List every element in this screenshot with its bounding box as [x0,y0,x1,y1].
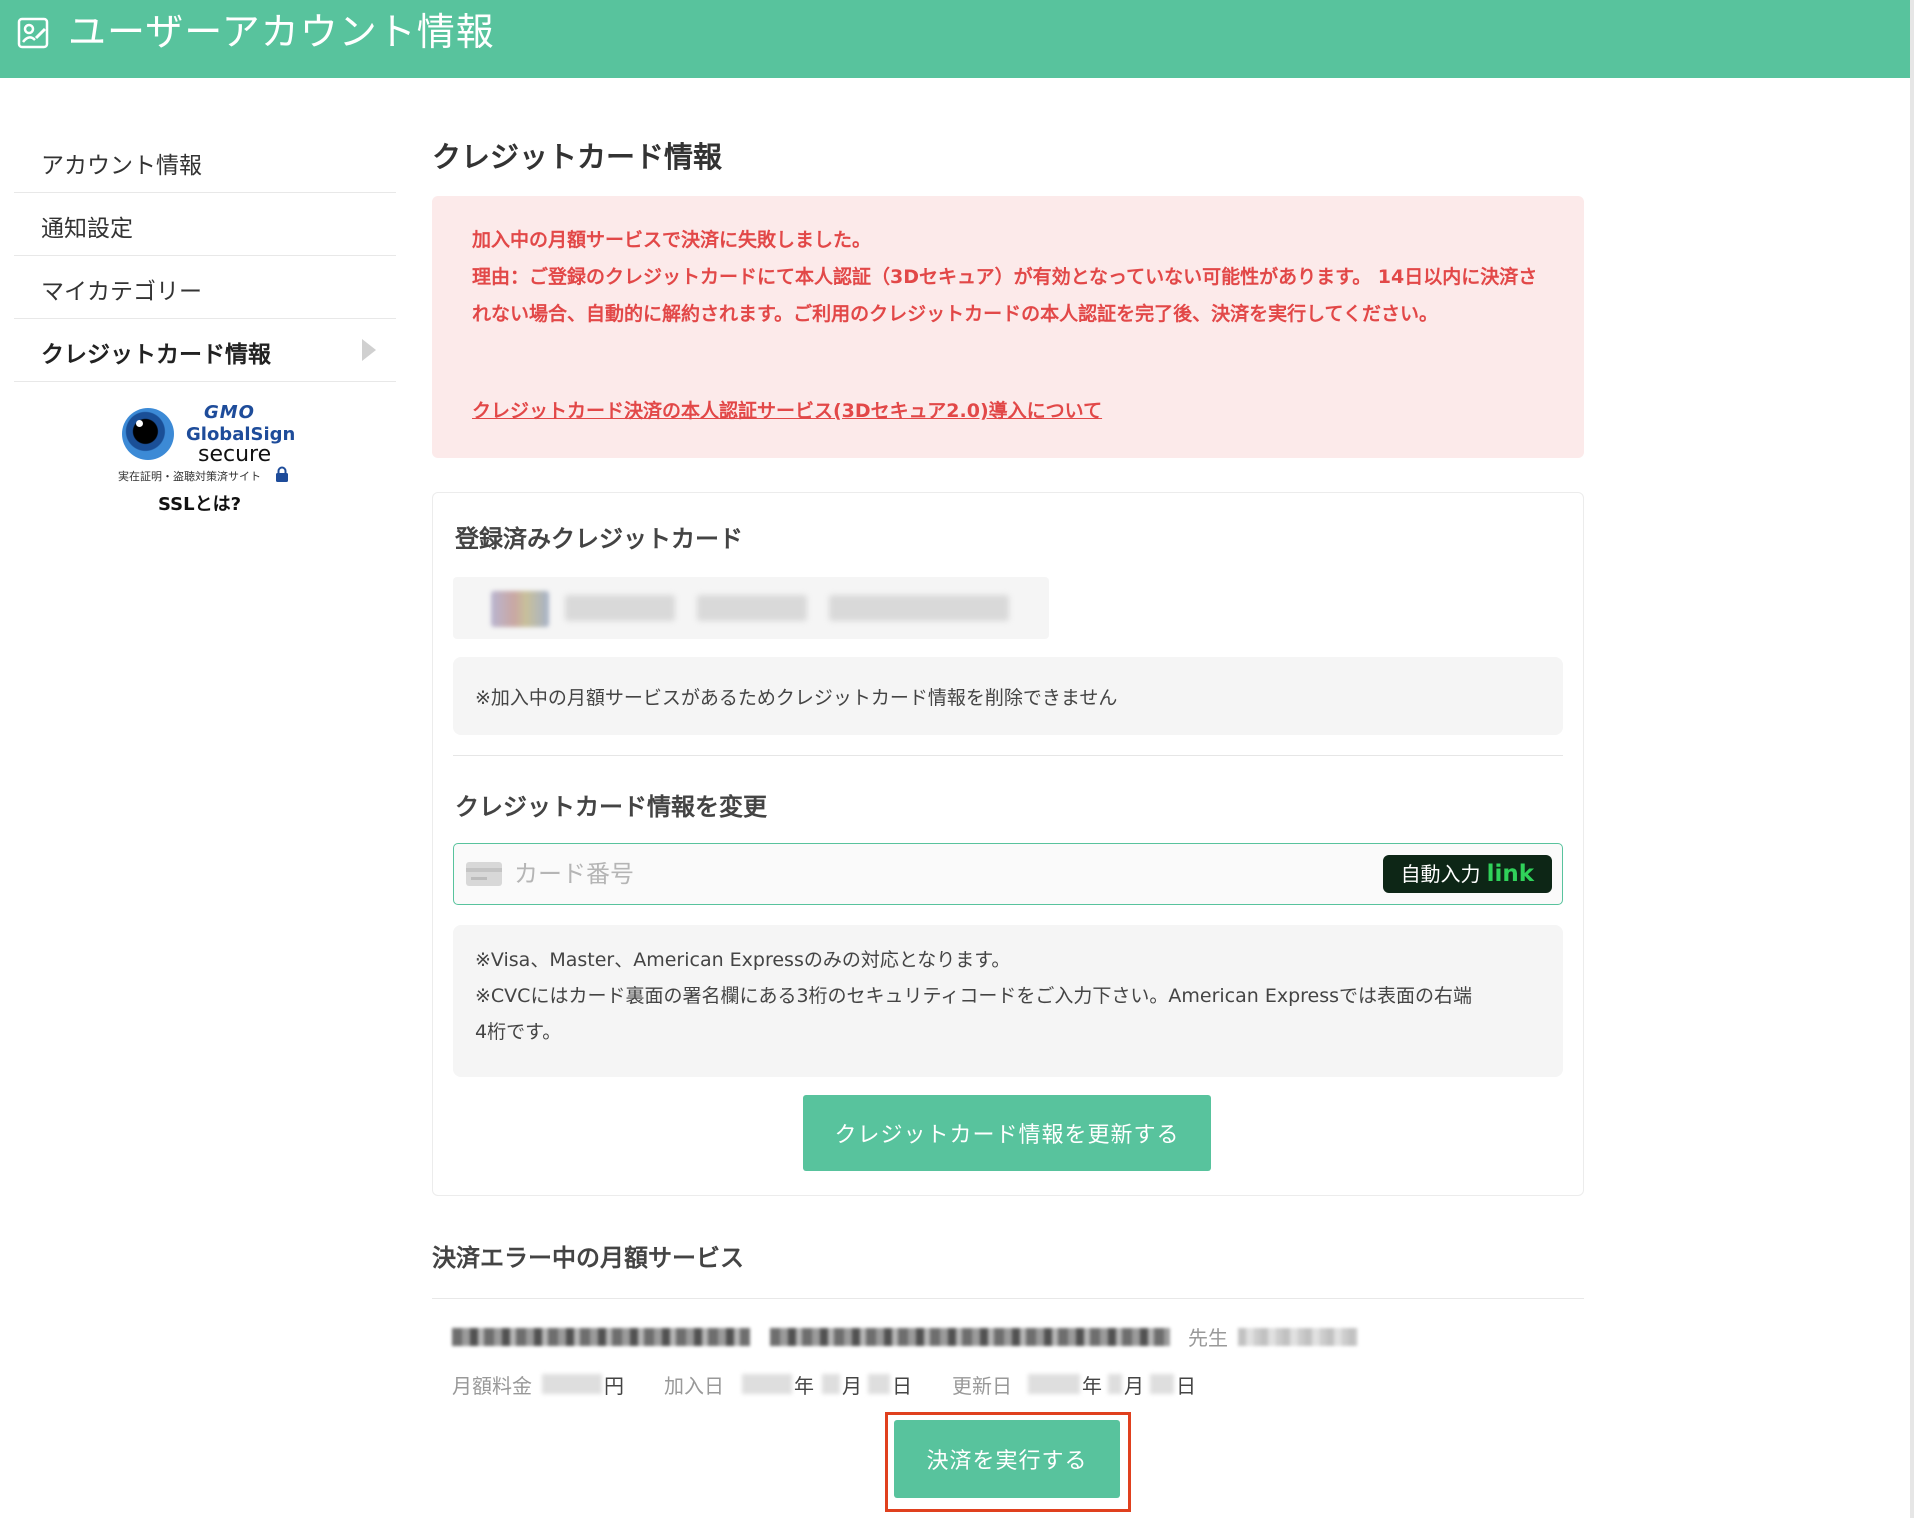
masked-card-number [565,595,675,621]
day-unit: 日 [1176,1374,1196,1398]
credit-card-icon [466,862,502,886]
masked-card-number [697,595,807,621]
info-line: ※Visa、Master、American Expressのみの対応となります。 [475,949,1011,971]
fee-label: 月額料金 [452,1374,532,1398]
link-autofill-button[interactable]: 自動入力 link [1382,855,1552,893]
updated-label: 更新日 [952,1374,1012,1398]
ssl-brand: GMO [204,402,255,423]
error-services-title: 決済エラー中の月額サービス [432,1244,744,1272]
card-number-field[interactable]: 自動入力link [453,843,1563,905]
sidebar-item-my-category[interactable]: マイカテゴリー [14,256,396,319]
sidebar-item-label: アカウント情報 [41,153,202,179]
service-title-redacted [770,1328,1170,1346]
joined-day-redacted [868,1374,890,1394]
page-title: クレジットカード情報 [432,140,723,174]
app-header: ユーザーアカウント情報 [0,0,1910,78]
sidebar-nav: アカウント情報 通知設定 マイカテゴリー クレジットカード情報 [14,130,396,382]
card-number-input[interactable] [514,854,1374,894]
updated-year-redacted [1028,1374,1080,1394]
link-logo: link [1486,861,1534,887]
ssl-about-link[interactable]: SSLとは? [158,490,241,516]
execute-payment-button[interactable]: 決済を実行する [894,1420,1120,1498]
teacher-name-redacted [1238,1328,1358,1346]
masked-card-holder [829,595,1009,621]
change-card-title: クレジットカード情報を変更 [455,793,767,821]
sidebar-item-credit-card[interactable]: クレジットカード情報 [14,319,396,382]
updated-month-redacted [1108,1374,1122,1394]
service-item: 先生 [452,1322,1572,1352]
alert-reason: 理由：ご登録のクレジットカードにて本人認証（3Dセキュア）が有効となっていない可… [472,266,1538,325]
card-info-notes: ※Visa、Master、American Expressのみの対応となります。… [453,925,1563,1077]
autofill-label: 自動入力 [1400,862,1481,886]
card-brand-icon [491,591,549,627]
year-unit: 年 [1082,1374,1102,1398]
update-card-button[interactable]: クレジットカード情報を更新する [803,1095,1211,1171]
registered-card-title: 登録済みクレジットカード [455,525,743,553]
registered-card-field [453,577,1049,639]
alert-message: 加入中の月額サービスで決済に失敗しました。 [472,229,872,251]
note-text: ※加入中の月額サービスがあるためクレジットカード情報を削除できません [475,687,1118,709]
teacher-label: 先生 [1188,1326,1228,1350]
year-unit: 年 [794,1374,814,1398]
sidebar-item-label: マイカテゴリー [41,279,202,305]
info-line: ※CVCにはカード裏面の署名欄にある3桁のセキュリティコードをご入力下さい。Am… [475,985,1473,1007]
section-divider [432,1298,1584,1299]
fee-redacted [542,1374,602,1394]
service-meta: 月額料金 円 加入日 年 月 日 更新日 年 月 日 [452,1370,1572,1400]
globalsign-eye-logo [122,408,174,460]
sidebar-item-label: 通知設定 [41,216,133,242]
sidebar-item-label: クレジットカード情報 [41,342,271,368]
day-unit: 日 [892,1374,912,1398]
section-divider [453,755,1563,756]
account-edit-icon [17,17,49,49]
window-edge [1910,0,1914,1518]
credit-card-panel: 登録済みクレジットカード ※加入中の月額サービスがあるためクレジットカード情報を… [432,492,1584,1196]
sidebar-item-account-info[interactable]: アカウント情報 [14,130,396,193]
ssl-badge[interactable]: GMO GlobalSign secure 実在証明・盗聴対策済サイト SSLと… [114,402,300,522]
month-unit: 月 [1124,1374,1144,1398]
joined-year-redacted [742,1374,792,1394]
ssl-subtext: 実在証明・盗聴対策済サイト [118,470,261,483]
service-name-redacted [452,1328,750,1346]
delete-disabled-note: ※加入中の月額サービスがあるためクレジットカード情報を削除できません [453,657,1563,735]
sidebar-item-notification-settings[interactable]: 通知設定 [14,193,396,256]
updated-day-redacted [1150,1374,1174,1394]
info-line: 4桁です。 [475,1021,562,1043]
lock-icon [276,466,288,482]
page-header-title: ユーザーアカウント情報 [68,10,495,54]
ssl-secure-text: secure [198,442,272,467]
joined-month-redacted [822,1374,840,1394]
3d-secure-info-link[interactable]: クレジットカード決済の本人認証サービス(3Dセキュア2.0)導入について [472,396,1102,423]
joined-label: 加入日 [664,1374,724,1398]
fee-unit: 円 [604,1374,624,1398]
chevron-right-icon [362,339,376,361]
payment-error-alert: 加入中の月額サービスで決済に失敗しました。 理由：ご登録のクレジットカードにて本… [432,196,1584,458]
month-unit: 月 [842,1374,862,1398]
